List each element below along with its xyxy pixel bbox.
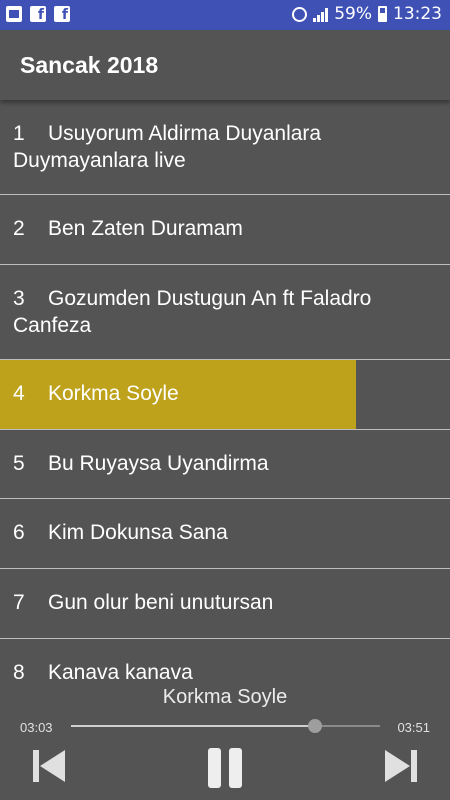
seek-progress [71, 725, 316, 727]
alarm-icon [292, 6, 308, 22]
song-number: 5 [13, 452, 25, 475]
battery-percent: 59% [334, 4, 372, 24]
player-bar: Korkma Soyle 03:03 03:51 [0, 680, 450, 800]
song-number: 3 [13, 287, 25, 310]
song-row[interactable]: 6 Kim Dokunsa Sana [0, 499, 450, 569]
song-row[interactable]: 7 Gun olur beni unutursan [0, 569, 450, 639]
song-number: 4 [13, 382, 25, 405]
song-title: Ben Zaten Duramam [48, 217, 243, 240]
status-bar: f f 59% 13:23 [0, 0, 450, 30]
song-title: Usuyorum Aldirma Duyanlara Duymayanlara … [13, 122, 322, 172]
clock: 13:23 [393, 4, 442, 24]
song-title: Korkma Soyle [48, 382, 179, 405]
skip-previous-icon [33, 750, 65, 782]
next-button[interactable] [383, 748, 419, 784]
page-title: Sancak 2018 [20, 52, 159, 78]
song-title: Gozumden Dustugun An ft Faladro Canfeza [13, 287, 372, 337]
pause-button[interactable] [207, 748, 243, 788]
song-row[interactable]: 5 Bu Ruyaysa Uyandirma [0, 430, 450, 499]
battery-icon [378, 6, 387, 22]
song-title: Kim Dokunsa Sana [48, 521, 228, 544]
seek-bar[interactable] [71, 719, 380, 733]
facebook-icon: f [54, 6, 70, 23]
song-number: 8 [13, 661, 25, 680]
seek-thumb[interactable] [308, 719, 323, 733]
now-playing-title: Korkma Soyle [162, 686, 288, 708]
song-row[interactable]: 3 Gozumden Dustugun An ft Faladro Canfeza [0, 265, 450, 360]
system-icons: 59% 13:23 [292, 4, 442, 24]
notification-icons: f f [6, 6, 70, 23]
pause-icon [208, 748, 242, 788]
song-row[interactable]: 2 Ben Zaten Duramam [0, 195, 450, 265]
song-number: 2 [13, 217, 25, 240]
signal-icon [313, 6, 329, 22]
song-number: 1 [13, 122, 25, 145]
song-row[interactable]: 1 Usuyorum Aldirma Duyanlara Duymayanlara… [0, 100, 450, 195]
current-time: 03:03 [20, 720, 53, 735]
song-title: Bu Ruyaysa Uyandirma [48, 452, 269, 475]
song-number: 6 [13, 521, 25, 544]
skip-next-icon [385, 750, 417, 782]
song-title: Gun olur beni unutursan [48, 591, 274, 614]
previous-button[interactable] [31, 748, 67, 784]
song-number: 7 [13, 591, 25, 614]
song-row-active[interactable]: 4 Korkma Soyle [0, 360, 450, 430]
total-time: 03:51 [397, 720, 430, 735]
app-bar: Sancak 2018 [0, 30, 450, 100]
image-icon [6, 6, 22, 22]
song-title: Kanava kanava [48, 661, 193, 680]
song-row[interactable]: 8 Kanava kanava [0, 639, 450, 680]
facebook-icon: f [30, 6, 46, 23]
song-list[interactable]: 1 Usuyorum Aldirma Duyanlara Duymayanlara… [0, 100, 450, 680]
